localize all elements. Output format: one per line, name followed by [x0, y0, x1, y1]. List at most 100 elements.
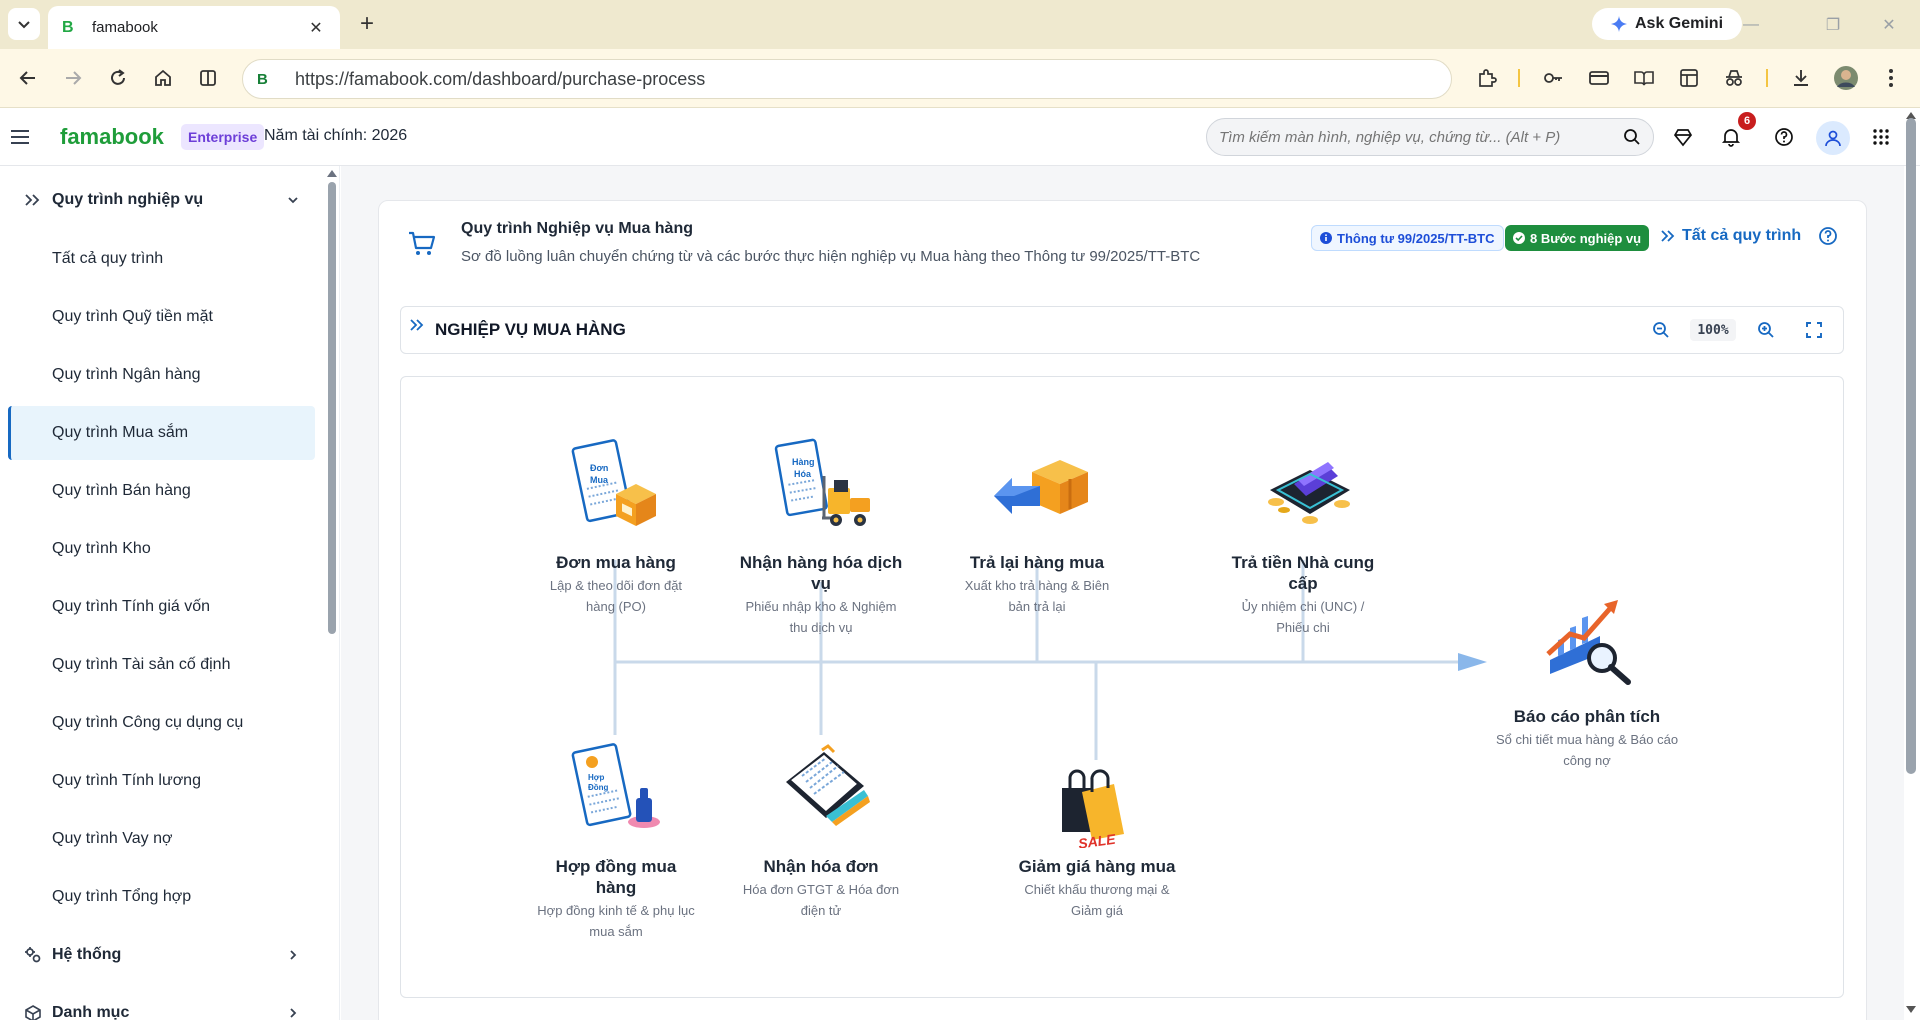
downloads-button[interactable]	[1786, 63, 1816, 93]
user-account-button[interactable]	[1816, 121, 1850, 155]
invoice-receipt-illustration	[786, 744, 870, 826]
zoom-out-button[interactable]	[1648, 317, 1674, 343]
search-input[interactable]	[1219, 128, 1623, 146]
sidebar-item-label: Quy trình Công cụ dụng cụ	[52, 714, 244, 731]
payment-methods-button[interactable]	[1584, 63, 1614, 93]
tab-search-dropdown[interactable]	[8, 8, 40, 40]
extensions-button[interactable]	[1472, 63, 1502, 93]
double-chevron-right-icon	[25, 194, 40, 206]
process-subtitle: Sơ đồ luồng luân chuyển chứng từ và các …	[461, 248, 1201, 265]
browser-toolbar: B https://famabook.com/dashboard/purchas…	[0, 49, 1920, 108]
close-window-button[interactable]: ✕	[1876, 12, 1902, 38]
node-purchase-return[interactable]: Trả lại hàng mua Xuất kho trả hàng & Biê…	[956, 552, 1118, 617]
global-search[interactable]	[1206, 118, 1654, 156]
sidebar-item-purchasing[interactable]: Quy trình Mua sắm	[8, 406, 315, 460]
book-open-icon	[1634, 71, 1654, 86]
app-logo[interactable]: famabook	[60, 124, 164, 150]
help-circle-icon[interactable]	[1818, 226, 1838, 246]
sidebar-item-payroll[interactable]: Quy trình Tính lương	[8, 754, 315, 808]
table-icon	[1680, 69, 1698, 87]
sidebar-item-label: Quy trình Tổng hợp	[52, 888, 192, 905]
node-description: Xuất kho trả hàng & Biên bản trả lại	[964, 578, 1110, 614]
sidebar-item-label: Quy trình Kho	[52, 540, 151, 557]
node-description: Phiếu nhập kho & Nghiệm thu dịch vụ	[745, 599, 897, 635]
all-processes-link[interactable]: Tất cả quy trình	[1660, 227, 1801, 245]
menu-toggle-icon[interactable]	[9, 127, 31, 147]
sidebar-scroll-up-arrow[interactable]	[327, 170, 337, 177]
apps-grid-button[interactable]	[1866, 122, 1896, 152]
sidebar-item-tools[interactable]: Quy trình Công cụ dụng cụ	[8, 696, 315, 750]
order-doc-line2: Mua	[590, 475, 609, 485]
restore-window-button[interactable]: ❐	[1820, 12, 1846, 38]
steps-badge-label: 8 Bước nghiệp vụ	[1530, 230, 1642, 246]
sidebar-section-process[interactable]: Quy trình nghiệp vụ	[24, 180, 300, 220]
profile-button[interactable]	[1831, 63, 1861, 93]
address-bar[interactable]: B https://famabook.com/dashboard/purchas…	[242, 59, 1452, 99]
split-view-icon	[200, 70, 216, 86]
purchase-contract-illustration: Hợp Đồng	[571, 743, 660, 828]
node-purchase-contract[interactable]: Hợp đồng mua hàng Hợp đồng kinh tế & phụ…	[536, 856, 696, 942]
sidebar-item-label: Quy trình Vay nợ	[52, 830, 173, 847]
notification-count-badge: 6	[1738, 112, 1756, 130]
back-button[interactable]	[12, 62, 44, 94]
minimize-window-button[interactable]: —	[1738, 12, 1764, 38]
contract-doc-line1: Hợp	[588, 773, 604, 782]
search-icon[interactable]	[1623, 128, 1641, 146]
forward-button[interactable]	[57, 62, 89, 94]
node-description: Lập & theo dõi đơn đặt hàng (PO)	[549, 578, 683, 614]
table-view-button[interactable]	[1674, 63, 1704, 93]
shopping-cart-icon	[409, 231, 436, 255]
sidebar-item-cost-of-goods[interactable]: Quy trình Tính giá vốn	[8, 580, 315, 634]
browser-tab[interactable]: B famabook ✕	[48, 6, 340, 49]
purchase-discount-illustration: SALE	[1062, 769, 1124, 848]
sidebar-item-loans[interactable]: Quy trình Vay nợ	[8, 812, 315, 866]
sidebar-section-system[interactable]: Hệ thống	[24, 935, 300, 975]
node-invoice-receipt[interactable]: Nhận hóa đơn Hóa đơn GTGT & Hóa đơn điện…	[737, 856, 905, 921]
help-button[interactable]	[1769, 122, 1799, 152]
node-description: Chiết khấu thương mại & Giảm giá	[1024, 882, 1170, 918]
purchase-return-illustration	[994, 460, 1088, 514]
node-goods-receipt[interactable]: Nhận hàng hóa dịch vụ Phiếu nhập kho & N…	[735, 552, 907, 638]
home-button[interactable]	[147, 62, 179, 94]
node-analytics-report[interactable]: Báo cáo phân tích Sổ chi tiết mua hàng &…	[1494, 706, 1680, 771]
process-title: Quy trình Nghiệp vụ Mua hàng	[461, 220, 693, 237]
sidebar-item-sales[interactable]: Quy trình Bán hàng	[8, 464, 315, 518]
zoom-in-button[interactable]	[1753, 317, 1779, 343]
sidebar-scrollbar[interactable]	[328, 182, 336, 634]
sidebar-section-catalog[interactable]: Danh mục	[24, 993, 300, 1020]
more-vertical-icon	[1889, 69, 1893, 87]
node-title: Báo cáo phân tích	[1513, 707, 1661, 726]
node-supplier-payment[interactable]: Trả tiền Nhà cung cấp Ủy nhiệm chi (UNC)…	[1226, 552, 1380, 638]
upgrade-button[interactable]	[1668, 122, 1698, 152]
arrow-left-icon	[19, 71, 35, 85]
sidebar-item-general[interactable]: Quy trình Tổng hợp	[8, 870, 315, 924]
double-chevron-right-icon	[1661, 230, 1675, 242]
fiscal-year-selector[interactable]: Năm tài chính: 2026	[264, 127, 407, 145]
sidebar-item-warehouse[interactable]: Quy trình Kho	[8, 522, 315, 576]
sidebar-item-cash-fund[interactable]: Quy trình Quỹ tiền mặt	[8, 290, 315, 344]
sidebar-item-label: Quy trình Tính lương	[52, 772, 201, 789]
sidebar-item-fixed-assets[interactable]: Quy trình Tài sản cố định	[8, 638, 315, 692]
incognito-icon	[1726, 70, 1742, 86]
fullscreen-button[interactable]	[1801, 317, 1827, 343]
page-scroll-down-arrow[interactable]	[1906, 1006, 1916, 1013]
gemini-sparkle-icon	[1610, 16, 1627, 32]
new-tab-button[interactable]: +	[353, 10, 381, 38]
passwords-button[interactable]	[1538, 63, 1568, 93]
split-view-button[interactable]	[192, 62, 224, 94]
node-purchase-order[interactable]: Đơn mua hàng Lập & theo dõi đơn đặt hàng…	[536, 552, 696, 617]
sidebar-item-bank[interactable]: Quy trình Ngân hàng	[8, 348, 315, 402]
sidebar-item-all-processes[interactable]: Tất cả quy trình	[8, 232, 315, 286]
ask-gemini-button[interactable]: Ask Gemini	[1592, 8, 1742, 40]
close-tab-icon[interactable]: ✕	[306, 18, 326, 38]
reading-mode-button[interactable]	[1629, 63, 1659, 93]
page-scrollbar[interactable]	[1906, 118, 1916, 774]
order-doc-line1: Đơn	[590, 463, 608, 473]
chevron-right-icon	[290, 1008, 297, 1018]
reload-button[interactable]	[102, 62, 134, 94]
diamond-icon	[1673, 129, 1693, 147]
sidebar-item-label: Quy trình Ngân hàng	[52, 366, 201, 383]
node-purchase-discount[interactable]: Giảm giá hàng mua Chiết khấu thương mại …	[1012, 856, 1182, 921]
browser-menu-button[interactable]	[1876, 63, 1906, 93]
incognito-button[interactable]	[1719, 63, 1749, 93]
